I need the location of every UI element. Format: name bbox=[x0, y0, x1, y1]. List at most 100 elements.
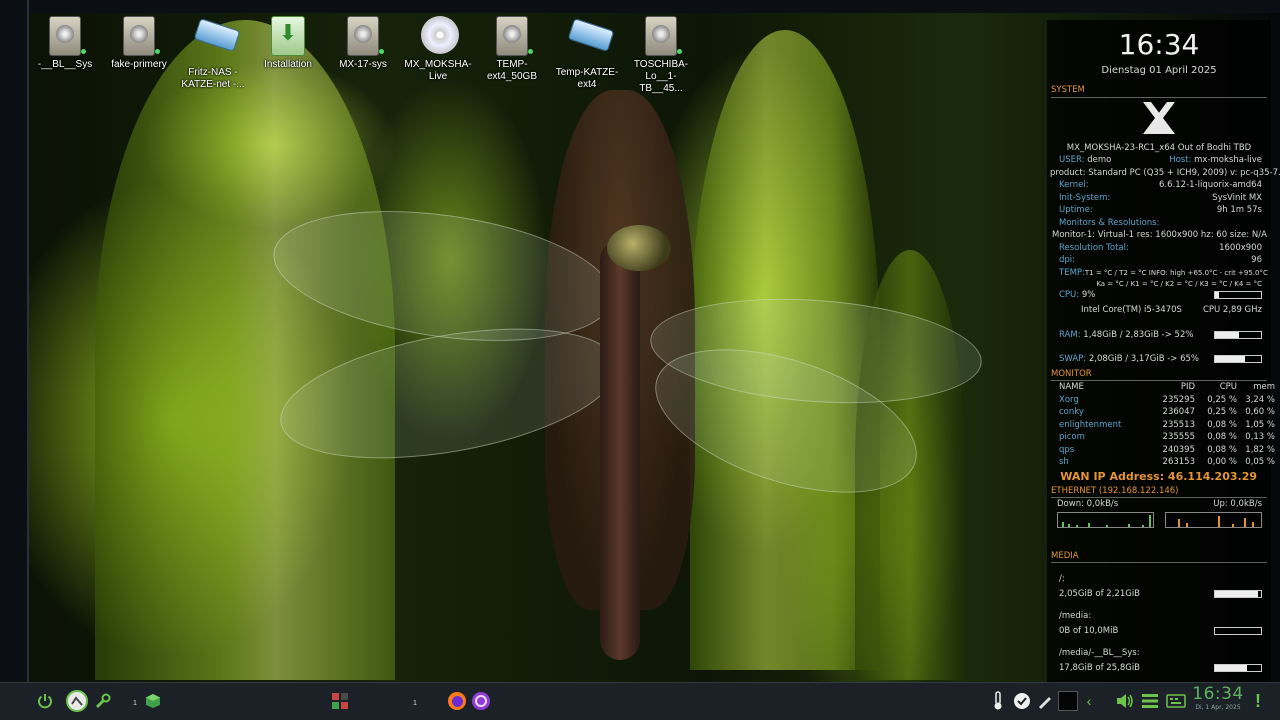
hard-drive-icon bbox=[49, 16, 81, 56]
temperature-tray[interactable] bbox=[990, 689, 1006, 713]
hard-drive-icon bbox=[123, 16, 155, 56]
process-pid: 263153 bbox=[1162, 457, 1195, 467]
power-button[interactable] bbox=[34, 689, 56, 713]
section-monitor-header: MONITOR bbox=[1051, 368, 1092, 379]
process-row: picom 235555 0,08 % 0,13 % bbox=[1047, 431, 1275, 444]
pager-button[interactable] bbox=[330, 689, 350, 713]
monitor-line: Monitor-1: Virtual-1 res: 1600x900 hz: 6… bbox=[1052, 230, 1267, 240]
conky-system-monitor: 16:34 Dienstag 01 April 2025 SYSTEM MX_M… bbox=[1047, 20, 1280, 682]
media-path: /: bbox=[1059, 574, 1065, 584]
process-table-header: NAME PID CPU mem bbox=[1047, 381, 1275, 394]
ram-label: RAM: bbox=[1059, 329, 1081, 340]
column-header-pid: PID bbox=[1180, 382, 1195, 392]
process-pid: 236047 bbox=[1162, 407, 1195, 417]
media-usage: 0B of 10,0MiB bbox=[1059, 625, 1119, 636]
dpi-label: dpi: bbox=[1059, 255, 1076, 265]
desktop-icon-fake-primery[interactable]: fake-primery bbox=[104, 14, 174, 71]
browser-launcher[interactable] bbox=[470, 689, 492, 713]
keyboard-tray[interactable] bbox=[1165, 689, 1187, 713]
process-row: qps 240395 0,08 % 1,82 % bbox=[1047, 444, 1275, 457]
network-tray[interactable] bbox=[1140, 689, 1160, 713]
swap-value: 2,08GiB / 3,17GiB -> 65% bbox=[1088, 354, 1200, 364]
tray-expand-button[interactable]: ‹ bbox=[1082, 689, 1096, 713]
download-rate: Down: 0,0kB/s bbox=[1057, 499, 1119, 509]
window-preview[interactable] bbox=[1058, 689, 1078, 713]
clock-time: 16:34 bbox=[1192, 684, 1244, 704]
pen-tray[interactable] bbox=[1035, 689, 1055, 713]
uptime-label: Uptime: bbox=[1059, 205, 1093, 215]
desktop-icon-label: MX_MOKSHA-Live bbox=[404, 59, 472, 82]
res-total-value: 1600x900 bbox=[1219, 242, 1262, 253]
mx-logo-icon bbox=[66, 690, 88, 712]
process-pid: 240395 bbox=[1162, 444, 1195, 455]
process-mem: 0,05 % bbox=[1245, 457, 1275, 467]
desktop-icon-mx-moksha-live[interactable]: MX_MOKSHA-Live bbox=[403, 14, 473, 83]
network-icon bbox=[1142, 694, 1158, 708]
distro-name: MX_MOKSHA-23-RC1_x64 Out of Bodhi TBD bbox=[1066, 142, 1252, 153]
desktop-icon-temp-ext4[interactable]: TEMP-ext4_50GB bbox=[477, 14, 547, 83]
process-mem: 0,13 % bbox=[1245, 432, 1275, 442]
user-value: demo bbox=[1087, 155, 1112, 165]
divider bbox=[1051, 96, 1267, 98]
media-usage: 2,05GiB of 2,21GiB bbox=[1059, 588, 1141, 599]
column-header-name: NAME bbox=[1059, 382, 1084, 392]
mounted-indicator bbox=[677, 49, 682, 54]
ram-value: 1,48GiB / 2,83GiB -> 52% bbox=[1083, 329, 1194, 340]
media-usage: 17,8GiB of 25,8GiB bbox=[1059, 662, 1141, 673]
wallpaper-dragonfly-body bbox=[600, 240, 640, 660]
desktop-icon-installation[interactable]: ⬇ Installation bbox=[253, 14, 323, 71]
temp-line-2: Ka = °C / K1 = °C / K2 = °C / K3 = °C / … bbox=[1096, 279, 1262, 288]
mounted-indicator bbox=[379, 49, 384, 54]
package-manager-button[interactable] bbox=[143, 689, 163, 713]
upload-rate: Up: 0,0kB/s bbox=[1213, 499, 1262, 509]
process-mem: 0,60 % bbox=[1245, 407, 1275, 417]
desktop-icon-label: Temp-KATZE-ext4 bbox=[555, 67, 619, 90]
divider bbox=[1051, 380, 1267, 381]
product-line: product: Standard PC (Q35 + ICH9, 2009) … bbox=[1050, 167, 1280, 178]
kernel-label: Kernel: bbox=[1059, 180, 1089, 190]
workspace-count: 1 bbox=[413, 700, 417, 707]
desktop-icon-toschiba[interactable]: TOSCHIBA-Lo__1-TB__45... bbox=[626, 14, 696, 95]
process-pid: 235295 bbox=[1162, 394, 1195, 405]
volume-tray[interactable] bbox=[1114, 689, 1136, 713]
dpi-value: 96 bbox=[1251, 255, 1262, 265]
cpu-model: Intel Core(TM) i5-3470S bbox=[1081, 305, 1182, 315]
taskbar-clock[interactable]: 16:34 Di, 1 Apr, 2025 bbox=[1192, 685, 1244, 712]
desktop-icon-temp-katze[interactable]: Temp-KATZE-ext4 bbox=[552, 14, 622, 91]
desktop-icon-bl-sys[interactable]: -__BL__Sys bbox=[30, 14, 100, 71]
host-value: mx-moksha-live bbox=[1194, 155, 1262, 165]
process-mem: 1,05 % bbox=[1245, 419, 1275, 430]
start-menu-button[interactable] bbox=[65, 689, 89, 713]
column-header-cpu: CPU bbox=[1219, 382, 1237, 392]
swap-usage-bar-fill bbox=[1215, 356, 1245, 363]
cpu-frequency: CPU 2,89 GHz bbox=[1202, 305, 1262, 315]
firefox-launcher[interactable] bbox=[446, 689, 468, 713]
screen-frame-left bbox=[0, 0, 29, 682]
usb-drive-icon bbox=[193, 18, 241, 52]
check-tray[interactable] bbox=[1012, 689, 1032, 713]
temp-line-1: T1 = °C / T2 = °C INFO: high +65.0°C - c… bbox=[1084, 268, 1268, 277]
process-name: Xorg bbox=[1059, 394, 1079, 405]
notification-tray[interactable]: ! bbox=[1252, 689, 1264, 713]
divider bbox=[1051, 497, 1267, 498]
process-name: picom bbox=[1059, 432, 1085, 442]
temp-label: TEMP: bbox=[1059, 267, 1085, 278]
column-header-mem: mem bbox=[1253, 382, 1275, 392]
upload-graph bbox=[1165, 511, 1262, 528]
process-name: qps bbox=[1059, 444, 1075, 455]
cpu-usage-bar bbox=[1214, 290, 1262, 299]
process-cpu: 0,08 % bbox=[1207, 419, 1237, 430]
ram-usage-bar bbox=[1214, 330, 1262, 339]
desktop-icon-fritz-nas[interactable]: Fritz-NAS - KATZE-net -... bbox=[178, 14, 248, 91]
user-label: USER: bbox=[1059, 155, 1085, 165]
mounted-indicator bbox=[155, 49, 160, 54]
settings-button[interactable] bbox=[93, 689, 113, 713]
section-system-header: SYSTEM bbox=[1051, 85, 1085, 95]
check-circle-icon bbox=[1014, 693, 1030, 709]
desktop-icon-label: Installation bbox=[264, 59, 312, 70]
firefox-icon bbox=[448, 692, 466, 710]
hard-drive-icon bbox=[645, 16, 677, 56]
desktop-icon-mx-17-sys[interactable]: MX-17-sys bbox=[328, 14, 398, 71]
install-icon: ⬇ bbox=[271, 16, 305, 56]
pen-icon bbox=[1039, 697, 1051, 709]
